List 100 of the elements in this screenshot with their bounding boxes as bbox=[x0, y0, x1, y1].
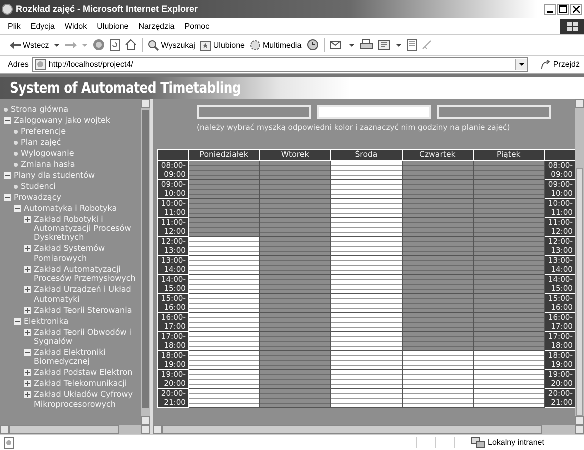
horizontal-scrollbar[interactable] bbox=[153, 425, 584, 434]
plus-icon[interactable] bbox=[24, 306, 31, 314]
minus-icon[interactable] bbox=[4, 194, 11, 201]
timetable-slot[interactable] bbox=[473, 370, 544, 388]
timetable-slot[interactable] bbox=[188, 312, 260, 332]
timetable-slot[interactable] bbox=[330, 180, 402, 198]
timetable-slot[interactable] bbox=[330, 350, 402, 370]
search-button[interactable]: Wyszukaj bbox=[148, 40, 196, 50]
timetable-slot[interactable] bbox=[188, 160, 260, 180]
timetable-slot[interactable] bbox=[402, 160, 474, 180]
timetable-slot[interactable] bbox=[473, 350, 544, 370]
address-field[interactable]: http://localhost/project4/ bbox=[32, 57, 528, 72]
timetable-slot[interactable] bbox=[330, 388, 402, 408]
minus-icon[interactable] bbox=[14, 204, 21, 212]
timetable-slot[interactable] bbox=[330, 198, 402, 218]
document-icon[interactable] bbox=[406, 39, 417, 51]
menu-item[interactable]: Narzędzia bbox=[138, 22, 175, 30]
timetable-slot[interactable] bbox=[188, 370, 260, 388]
timetable-slot[interactable] bbox=[330, 236, 402, 256]
timetable-slot[interactable] bbox=[330, 274, 402, 294]
vertical-scrollbar[interactable] bbox=[141, 99, 150, 425]
minus-icon[interactable] bbox=[24, 349, 31, 356]
refresh-icon[interactable] bbox=[110, 39, 120, 51]
tree-item[interactable]: Zalogowany jako wojtek bbox=[14, 116, 141, 125]
plus-icon[interactable] bbox=[24, 245, 31, 252]
caret-icon[interactable] bbox=[348, 44, 355, 46]
tree-item[interactable]: Zakład Teorii Obwodów i Sygnałów bbox=[34, 328, 141, 346]
tree-item[interactable]: Prowadzący bbox=[14, 192, 141, 202]
tree-item[interactable]: Automatyka i Robotyka bbox=[24, 204, 141, 213]
tree-item[interactable]: Plan zajęć bbox=[21, 138, 141, 147]
home-icon[interactable] bbox=[125, 39, 138, 51]
timetable-slot[interactable] bbox=[330, 312, 402, 332]
tree-item[interactable]: Zakład Podstaw Elektron bbox=[34, 368, 141, 378]
vertical-scrollbar[interactable] bbox=[575, 99, 584, 425]
timetable-slot[interactable] bbox=[188, 388, 260, 408]
favorites-button[interactable]: Ulubione bbox=[200, 40, 245, 50]
timetable-slot[interactable] bbox=[330, 160, 402, 180]
tree-item[interactable]: Elektronika bbox=[24, 316, 141, 326]
timetable-slot[interactable] bbox=[188, 294, 260, 312]
timetable-slot[interactable] bbox=[330, 218, 402, 236]
tree-item[interactable]: Zmiana hasła bbox=[21, 160, 141, 169]
menu-item[interactable]: Widok bbox=[64, 22, 88, 30]
plus-icon[interactable] bbox=[24, 369, 31, 376]
timetable-slot[interactable] bbox=[402, 388, 474, 408]
horizontal-scrollbar[interactable] bbox=[0, 425, 150, 434]
dropdown-button[interactable] bbox=[515, 59, 528, 70]
tree-item[interactable]: Zakład Urządzeń i Układ Automatyki bbox=[34, 285, 141, 304]
tree-item[interactable]: Plany dla studentów bbox=[14, 170, 141, 180]
menu-item[interactable]: Plik bbox=[8, 22, 21, 30]
timetable-slot[interactable] bbox=[188, 350, 260, 370]
timetable-slot[interactable] bbox=[260, 160, 331, 180]
color-swatch[interactable] bbox=[437, 105, 551, 119]
plus-icon[interactable] bbox=[24, 328, 31, 336]
timetable-slot[interactable] bbox=[473, 388, 544, 408]
tree-item[interactable]: Zakład Automatyzacji Procesów Przemysłowych bbox=[34, 264, 141, 284]
tree-item[interactable]: Preferencje bbox=[21, 126, 141, 136]
edit-icon[interactable] bbox=[378, 39, 391, 51]
plus-icon[interactable] bbox=[24, 216, 31, 223]
minus-icon[interactable] bbox=[14, 318, 21, 325]
timetable-slot[interactable] bbox=[330, 370, 402, 388]
color-swatch[interactable] bbox=[317, 105, 431, 119]
back-button[interactable]: Wstecz bbox=[10, 40, 50, 50]
timetable-slot[interactable] bbox=[188, 274, 260, 294]
timetable-slot[interactable] bbox=[330, 294, 402, 312]
plus-icon[interactable] bbox=[24, 391, 31, 398]
timetable-slot[interactable] bbox=[402, 350, 474, 370]
caret-icon[interactable] bbox=[54, 44, 60, 46]
tree-item[interactable]: Strona główna bbox=[11, 104, 141, 114]
media-button[interactable]: Multimedia bbox=[250, 40, 302, 50]
plus-icon[interactable] bbox=[24, 380, 31, 388]
tree-item[interactable]: Wylogowanie bbox=[21, 148, 141, 158]
printer-icon[interactable] bbox=[360, 39, 373, 51]
minus-icon[interactable] bbox=[4, 116, 11, 124]
go-button[interactable]: Przejdź bbox=[541, 60, 580, 70]
plus-icon[interactable] bbox=[24, 286, 31, 294]
timetable-slot[interactable] bbox=[473, 160, 544, 180]
minimize-button[interactable] bbox=[544, 4, 556, 14]
tree-item[interactable]: Zakład Robotyki i Automatyzacji Procesów Dyskretnych bbox=[34, 214, 141, 243]
timetable-slot[interactable] bbox=[188, 256, 260, 274]
minus-icon[interactable] bbox=[4, 172, 11, 179]
tree-item[interactable]: Zakład Elektroniki Biomedycznej bbox=[34, 348, 141, 367]
menu-item[interactable]: Edycja bbox=[30, 22, 55, 30]
caret-icon[interactable] bbox=[396, 44, 402, 46]
timetable-slot[interactable] bbox=[188, 332, 260, 350]
timetable-slot[interactable] bbox=[330, 256, 402, 274]
tree-item[interactable]: Zakład Teorii Sterowania bbox=[34, 306, 141, 316]
tree-item[interactable]: Zakład Telekomunikacji bbox=[34, 379, 141, 389]
tree-item[interactable]: Zakład Układów Cyfrowy Mikroprocesorowych bbox=[34, 390, 141, 410]
history-icon[interactable] bbox=[306, 39, 319, 51]
stop-icon[interactable] bbox=[93, 39, 106, 51]
timetable-slot[interactable] bbox=[188, 236, 260, 256]
plus-icon[interactable] bbox=[24, 266, 31, 273]
tree-item[interactable]: Zakład Systemów Pomiarowych bbox=[34, 244, 141, 264]
mail-icon[interactable] bbox=[330, 39, 344, 51]
maximize-button[interactable] bbox=[557, 4, 569, 14]
timetable-slot[interactable] bbox=[402, 370, 474, 388]
menu-item[interactable]: Ulubione bbox=[97, 22, 129, 30]
timetable-slot[interactable] bbox=[330, 332, 402, 350]
menu-item[interactable]: Pomoc bbox=[184, 22, 210, 30]
color-swatch[interactable] bbox=[197, 105, 311, 119]
